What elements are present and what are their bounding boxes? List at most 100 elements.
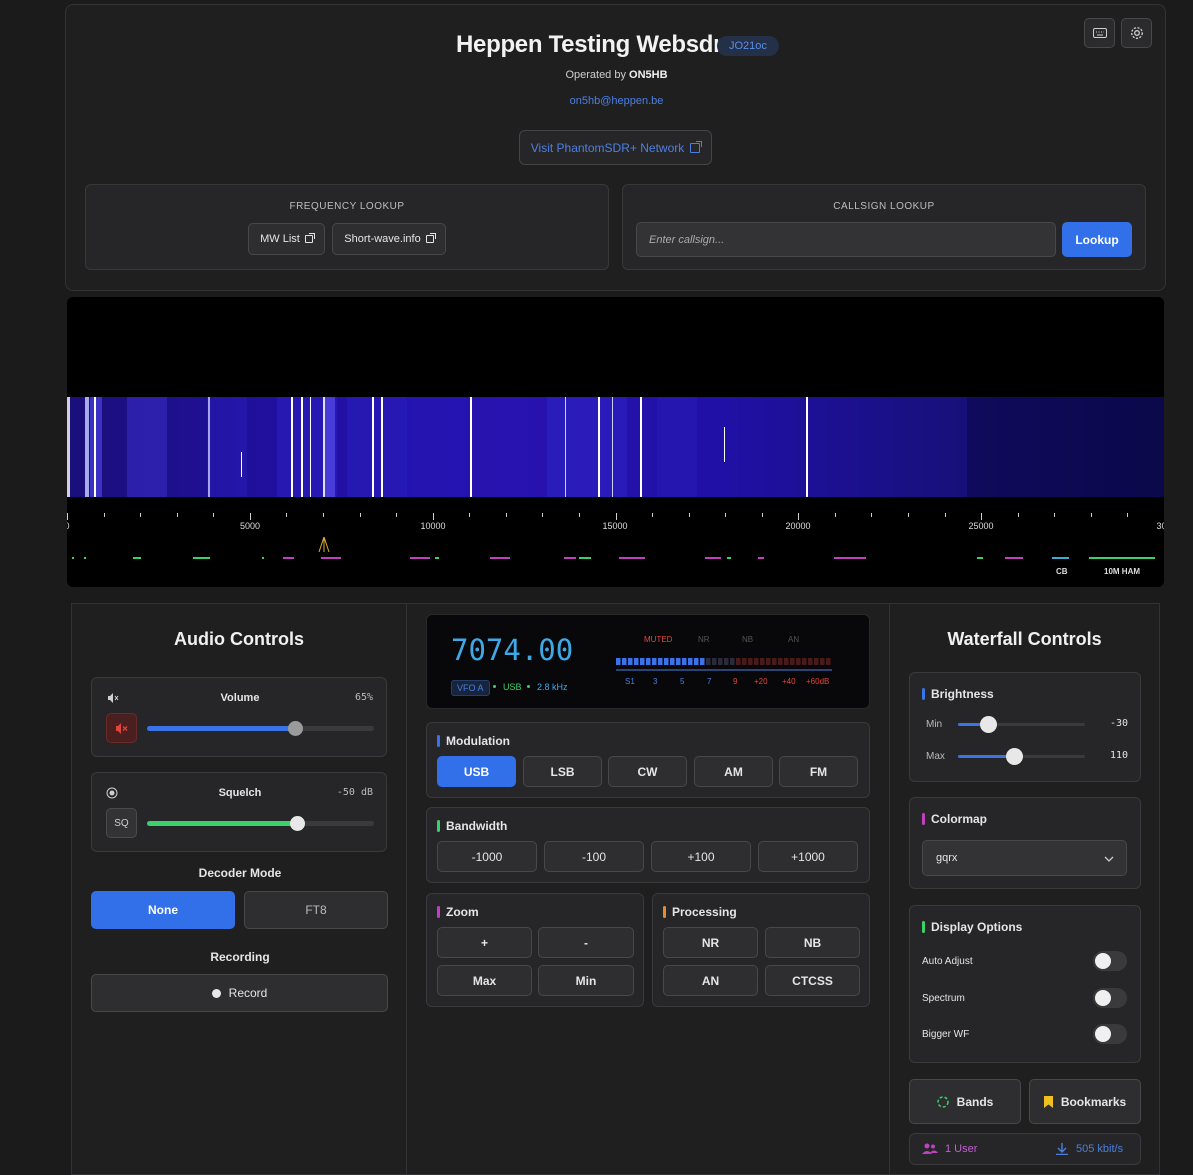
zoom-in-button[interactable]: + [437,927,532,958]
min-value: -30 [1109,718,1128,729]
mode-fm-button[interactable]: FM [779,756,858,787]
chevron-down-icon [1104,856,1114,862]
decoder-ft8-button[interactable]: FT8 [244,891,388,929]
tuning-marker-icon[interactable] [318,537,330,553]
colormap-title: Colormap [922,812,987,826]
colormap-select[interactable]: gqrx [922,840,1127,876]
bandwidth-plus-100-button[interactable]: +100 [651,841,751,872]
bandwidth-plus-1000-button[interactable]: +1000 [758,841,858,872]
record-button[interactable]: Record [91,974,388,1012]
bandwidth-minus-100-button[interactable]: -100 [544,841,644,872]
zoom-out-button[interactable]: - [538,927,634,958]
s-meter-segment [700,658,705,665]
spectrum-toggle[interactable] [1093,988,1127,1008]
volume-slider-thumb[interactable] [287,721,303,736]
visit-network-button[interactable]: Visit PhantomSDR+ Network [519,130,712,165]
s-meter-label: 9 [733,677,738,686]
callsign-input[interactable]: Enter callsign... [636,222,1056,257]
shortwave-info-button[interactable]: Short-wave.info [332,223,446,255]
min-slider-thumb[interactable] [979,716,997,733]
s-meter-segment [694,658,699,665]
band-label-cb[interactable]: CB [1056,567,1068,576]
bigger-wf-toggle[interactable] [1093,1024,1127,1044]
status-dot [527,685,530,688]
display-options-box: Display Options Auto Adjust Spectrum Big… [909,905,1141,1063]
scale-label: 25000 [968,521,994,531]
email-link[interactable]: on5hb@heppen.be [570,95,664,107]
bookmarks-button[interactable]: Bookmarks [1029,1079,1141,1124]
keyboard-button[interactable] [1084,18,1115,48]
squelch-slider[interactable] [147,816,374,831]
band-segments [72,557,1155,559]
settings-button[interactable] [1121,18,1152,48]
waterfall-controls-panel: Waterfall Controls Brightness Min -30 Ma… [889,603,1160,1175]
nb-button[interactable]: NB [765,927,860,958]
bandwidth-minus-1000-button[interactable]: -1000 [437,841,537,872]
lookup-button[interactable]: Lookup [1062,222,1132,257]
decoder-none-button[interactable]: None [91,891,235,929]
external-link-icon [690,140,703,153]
mode-usb-button[interactable]: USB [437,756,516,787]
s-meter-scale: S1 3 5 7 9 +20 +40 +60dB [616,677,832,689]
frequency-lookup-panel: FREQUENCY LOOKUP MW List Short-wave.info [85,184,609,270]
mode-cw-button[interactable]: CW [608,756,687,787]
s-meter-segment [736,658,741,665]
max-value: 110 [1109,750,1128,761]
max-slider-thumb[interactable] [1005,748,1023,765]
waterfall-image[interactable] [67,397,1164,497]
frequency-readout[interactable]: 7074.00 [451,633,573,667]
frequency-scale[interactable]: 0 5000 10000 15000 20000 25000 300 [67,513,1164,553]
volume-value: 65% [354,692,373,703]
band-label-10m[interactable]: 10M HAM [1104,567,1140,576]
radio-panel: 7074.00 VFO A USB 2.8 kHz MUTED NR NB AN… [406,603,890,1175]
s-meter-segment [730,658,735,665]
mode-lsb-button[interactable]: LSB [523,756,602,787]
frequency-display[interactable]: 7074.00 VFO A USB 2.8 kHz MUTED NR NB AN… [426,614,870,709]
max-label: Max [926,751,945,762]
zoom-min-button[interactable]: Min [538,965,634,996]
waterfall-signals [67,397,1164,497]
zoom-title: Zoom [437,905,479,919]
bandwidth-readout: 2.8 kHz [537,682,568,692]
mode-am-button[interactable]: AM [694,756,773,787]
squelch-slider-thumb[interactable] [289,816,305,831]
waterfall-display[interactable]: 0 5000 10000 15000 20000 25000 300 [67,297,1164,587]
squelch-box: Squelch -50 dB SQ [91,772,387,852]
s-meter-segment [640,658,645,665]
s-meter-label: +40 [782,677,796,686]
zoom-max-button[interactable]: Max [437,965,532,996]
mute-button[interactable] [106,713,137,743]
recording-title: Recording [210,950,270,964]
frequency-lookup-title: FREQUENCY LOOKUP [289,201,405,212]
bandwidth-box: Bandwidth -1000 -100 +100 +1000 [426,807,870,883]
auto-adjust-label: Auto Adjust [922,956,973,967]
s-meter-segment [688,658,693,665]
ctcss-button[interactable]: CTCSS [765,965,860,996]
bitrate-value: 505 kbit/s [1076,1143,1124,1155]
band-plan[interactable]: CB 10M HAM [67,555,1164,585]
volume-slider[interactable] [147,721,374,736]
bands-button[interactable]: Bands [909,1079,1021,1124]
s-meter-segment [820,658,825,665]
s-meter-label: 3 [653,677,658,686]
s-meter-segment [742,658,747,665]
operator-email[interactable]: on5hb@heppen.be [66,95,1167,107]
auto-adjust-toggle[interactable] [1093,951,1127,971]
vfo-badge[interactable]: VFO A [451,680,490,696]
download-icon [1056,1143,1068,1155]
brightness-min-slider[interactable] [958,716,1085,733]
zoom-box: Zoom + - Max Min [426,893,644,1007]
s-meter-segment [658,658,663,665]
mw-list-button[interactable]: MW List [248,223,325,255]
page-title: Heppen Testing Websdr [456,31,723,58]
brightness-max-slider[interactable] [958,748,1085,765]
an-button[interactable]: AN [663,965,758,996]
s-meter-segment [652,658,657,665]
s-meter-segment [622,658,627,665]
scale-label: 15000 [602,521,628,531]
nr-button[interactable]: NR [663,927,758,958]
colormap-value: gqrx [936,852,958,864]
squelch-toggle-button[interactable]: SQ [106,808,137,838]
spectrum-label: Spectrum [922,993,965,1004]
s-meter-segment [814,658,819,665]
